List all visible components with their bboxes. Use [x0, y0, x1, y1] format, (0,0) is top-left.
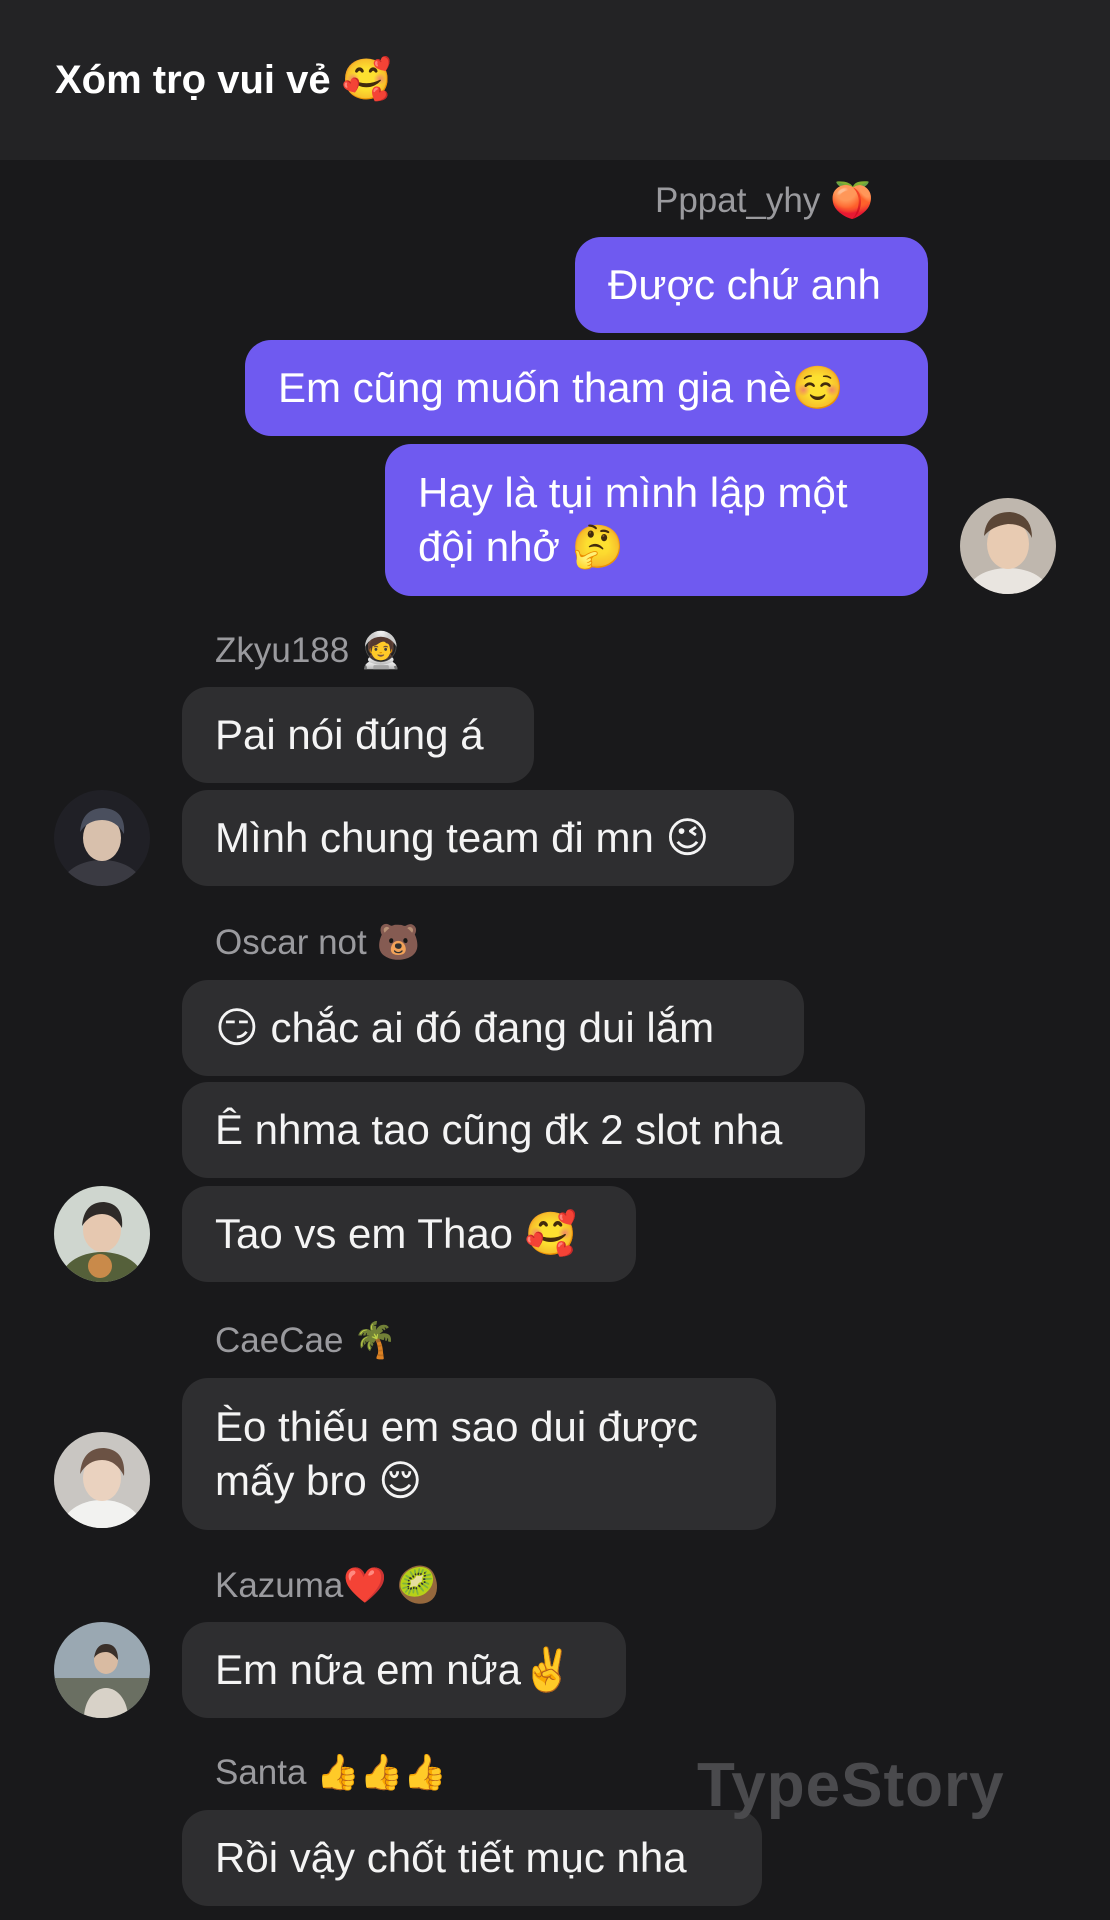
watermark: TypeStory [697, 1751, 1005, 1820]
sender-name-kazuma: Kazuma❤️ 🥝 [215, 1566, 441, 1605]
sender-name-pppat: Pppat_yhy 🍑 [655, 181, 874, 220]
message-bubble-incoming[interactable]: Mình chung team đi mn 😉 [182, 790, 794, 886]
message-bubble-outgoing[interactable]: Được chứ anh [575, 237, 928, 333]
chat-title: Xóm trọ vui vẻ 🥰 [55, 58, 392, 102]
message-bubble-incoming[interactable]: Rồi vậy chốt tiết mục nha [182, 1810, 762, 1906]
sender-name-caecae: CaeCae 🌴 [215, 1321, 397, 1360]
avatar-image [54, 790, 150, 886]
sender-name-santa: Santa 👍👍👍 [215, 1753, 447, 1792]
message-bubble-incoming[interactable]: Tao vs em Thao 🥰 [182, 1186, 636, 1282]
message-bubble-incoming[interactable]: Ê nhma tao cũng đk 2 slot nha [182, 1082, 865, 1178]
avatar-zkyu[interactable] [54, 790, 150, 886]
avatar-image [54, 1622, 150, 1718]
avatar-image [54, 1432, 150, 1528]
avatar-caecae[interactable] [54, 1432, 150, 1528]
message-bubble-outgoing[interactable]: Hay là tụi mình lập một đội nhở 🤔 [385, 444, 928, 596]
chat-header: Xóm trọ vui vẻ 🥰 [0, 0, 1110, 160]
message-list[interactable]: Pppat_yhy 🍑 Được chứ anh Em cũng muốn th… [0, 160, 1110, 1920]
avatar-image [54, 1186, 150, 1282]
message-bubble-incoming[interactable]: 😏 chắc ai đó đang dui lắm [182, 980, 804, 1076]
message-bubble-incoming[interactable]: Em nữa em nữa✌️ [182, 1622, 626, 1718]
message-bubble-outgoing[interactable]: Em cũng muốn tham gia nè☺️ [245, 340, 928, 436]
avatar-pppat[interactable] [960, 498, 1056, 594]
message-bubble-incoming[interactable]: Èo thiếu em sao dui được mấy bro 😌 [182, 1378, 776, 1530]
avatar-image [960, 498, 1056, 594]
avatar-kazuma[interactable] [54, 1622, 150, 1718]
avatar-oscar[interactable] [54, 1186, 150, 1282]
message-bubble-incoming[interactable]: Pai nói đúng á [182, 687, 534, 783]
sender-name-oscar: Oscar not 🐻 [215, 923, 421, 962]
sender-name-zkyu: Zkyu188 🧑‍🚀 [215, 631, 403, 670]
